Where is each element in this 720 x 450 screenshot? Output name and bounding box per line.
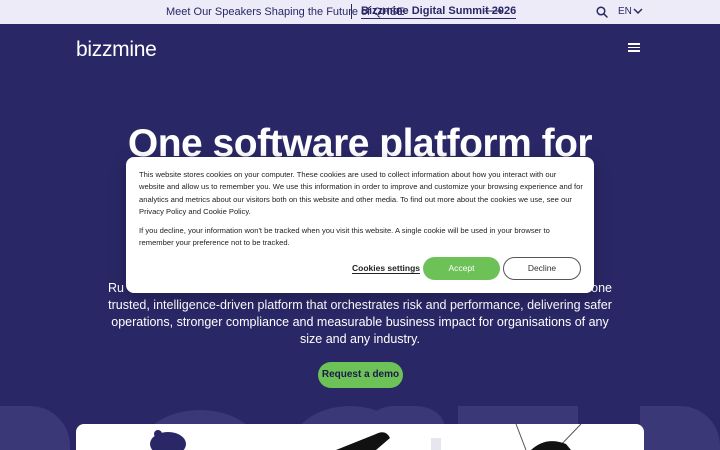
chevron-down-icon[interactable] (633, 7, 643, 15)
arrow-right-icon[interactable]: ⟶ (484, 3, 503, 19)
search-icon[interactable] (596, 6, 608, 18)
divider (351, 4, 352, 19)
request-demo-button[interactable]: Request a demo (318, 362, 403, 388)
accept-button[interactable]: Accept (423, 257, 500, 280)
feature-illustrations (150, 424, 582, 450)
feature-card (76, 424, 644, 450)
hero-description-tail: one (591, 281, 612, 295)
bizzmine-logo[interactable]: bizzmine (76, 38, 157, 62)
language-selector[interactable]: EN (618, 6, 632, 17)
cookies-settings-button[interactable]: Cookies settings (352, 263, 421, 274)
hero-description-start: Ru (108, 281, 124, 295)
cookie-consent-dialog: This website stores cookies on your comp… (126, 157, 594, 293)
cookie-decline-info-text: If you decline, your information won't b… (139, 226, 550, 248)
announcement-bar: Meet Our Speakers Shaping the Future of … (0, 0, 720, 24)
hero-description-rest: trusted, intelligence-driven platform th… (108, 298, 612, 346)
cookie-info-text: This website stores cookies on your comp… (139, 170, 583, 217)
decline-button[interactable]: Decline (503, 257, 581, 280)
hamburger-menu-icon[interactable] (628, 43, 640, 52)
